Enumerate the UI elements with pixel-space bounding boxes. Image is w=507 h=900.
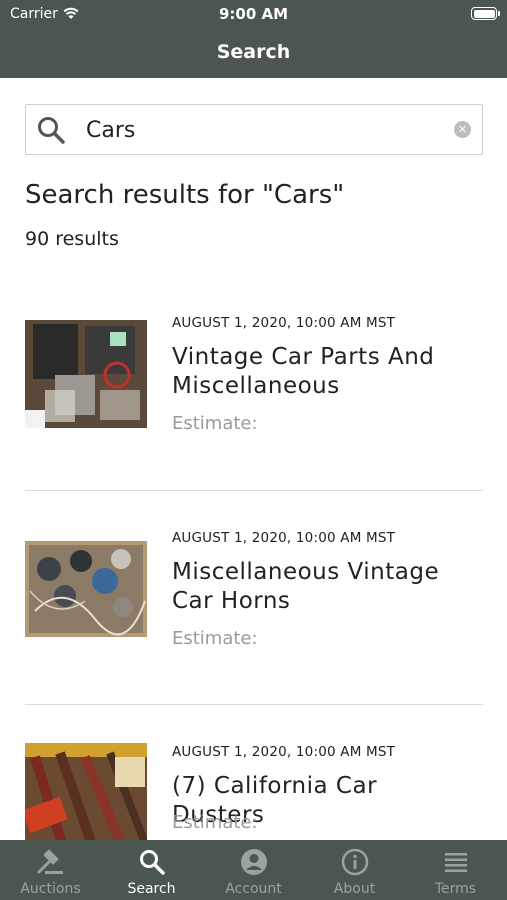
tab-terms[interactable]: Terms	[405, 840, 506, 900]
divider	[25, 490, 483, 491]
tab-account[interactable]: Account	[203, 840, 304, 900]
account-icon	[241, 849, 267, 875]
item-thumbnail	[25, 743, 147, 840]
terms-icon	[445, 853, 467, 872]
page-title: Search	[216, 41, 291, 63]
divider	[25, 704, 483, 705]
tab-auctions[interactable]: Auctions	[0, 840, 101, 900]
search-icon	[140, 850, 165, 875]
item-thumbnail	[25, 541, 147, 637]
result-item[interactable]: AUGUST 1, 2020, 10:00 AM MST Vintage Car…	[25, 300, 483, 470]
item-title[interactable]: Miscellaneous Vintage Car Horns	[172, 558, 477, 616]
tab-about[interactable]: About	[304, 840, 405, 900]
item-estimate: Estimate:	[172, 628, 258, 649]
item-date: AUGUST 1, 2020, 10:00 AM MST	[172, 315, 396, 331]
search-icon	[38, 117, 65, 144]
status-bar: Carrier 9:00 AM	[0, 0, 507, 30]
clear-search-icon[interactable]: ✕	[454, 121, 471, 138]
tab-label: Search	[127, 881, 176, 897]
item-estimate: Estimate:	[172, 413, 258, 434]
tab-label: Auctions	[20, 881, 81, 897]
item-date: AUGUST 1, 2020, 10:00 AM MST	[172, 530, 396, 546]
item-date: AUGUST 1, 2020, 10:00 AM MST	[172, 744, 396, 760]
result-item[interactable]: AUGUST 1, 2020, 10:00 AM MST (7) Califor…	[25, 729, 483, 840]
tab-label: About	[333, 881, 376, 897]
item-estimate: Estimate:	[172, 812, 258, 833]
tab-label: Terms	[434, 881, 477, 897]
results-count: 90 results	[25, 228, 119, 250]
gavel-icon	[37, 849, 63, 874]
search-input[interactable]	[86, 115, 446, 145]
tab-label: Account	[225, 881, 282, 897]
results-heading: Search results for "Cars"	[25, 180, 345, 210]
nav-bar: Search	[0, 30, 507, 78]
tab-search[interactable]: Search	[101, 840, 202, 900]
battery-icon	[471, 7, 500, 20]
search-box[interactable]: ✕	[25, 104, 483, 155]
item-thumbnail	[25, 320, 147, 428]
result-item[interactable]: AUGUST 1, 2020, 10:00 AM MST Miscellaneo…	[25, 515, 483, 685]
item-title[interactable]: Vintage Car Parts And Miscellaneous	[172, 343, 477, 401]
tab-bar: Auctions Search Account About Terms	[0, 840, 507, 900]
status-time: 9:00 AM	[218, 5, 289, 23]
info-icon	[341, 848, 369, 876]
